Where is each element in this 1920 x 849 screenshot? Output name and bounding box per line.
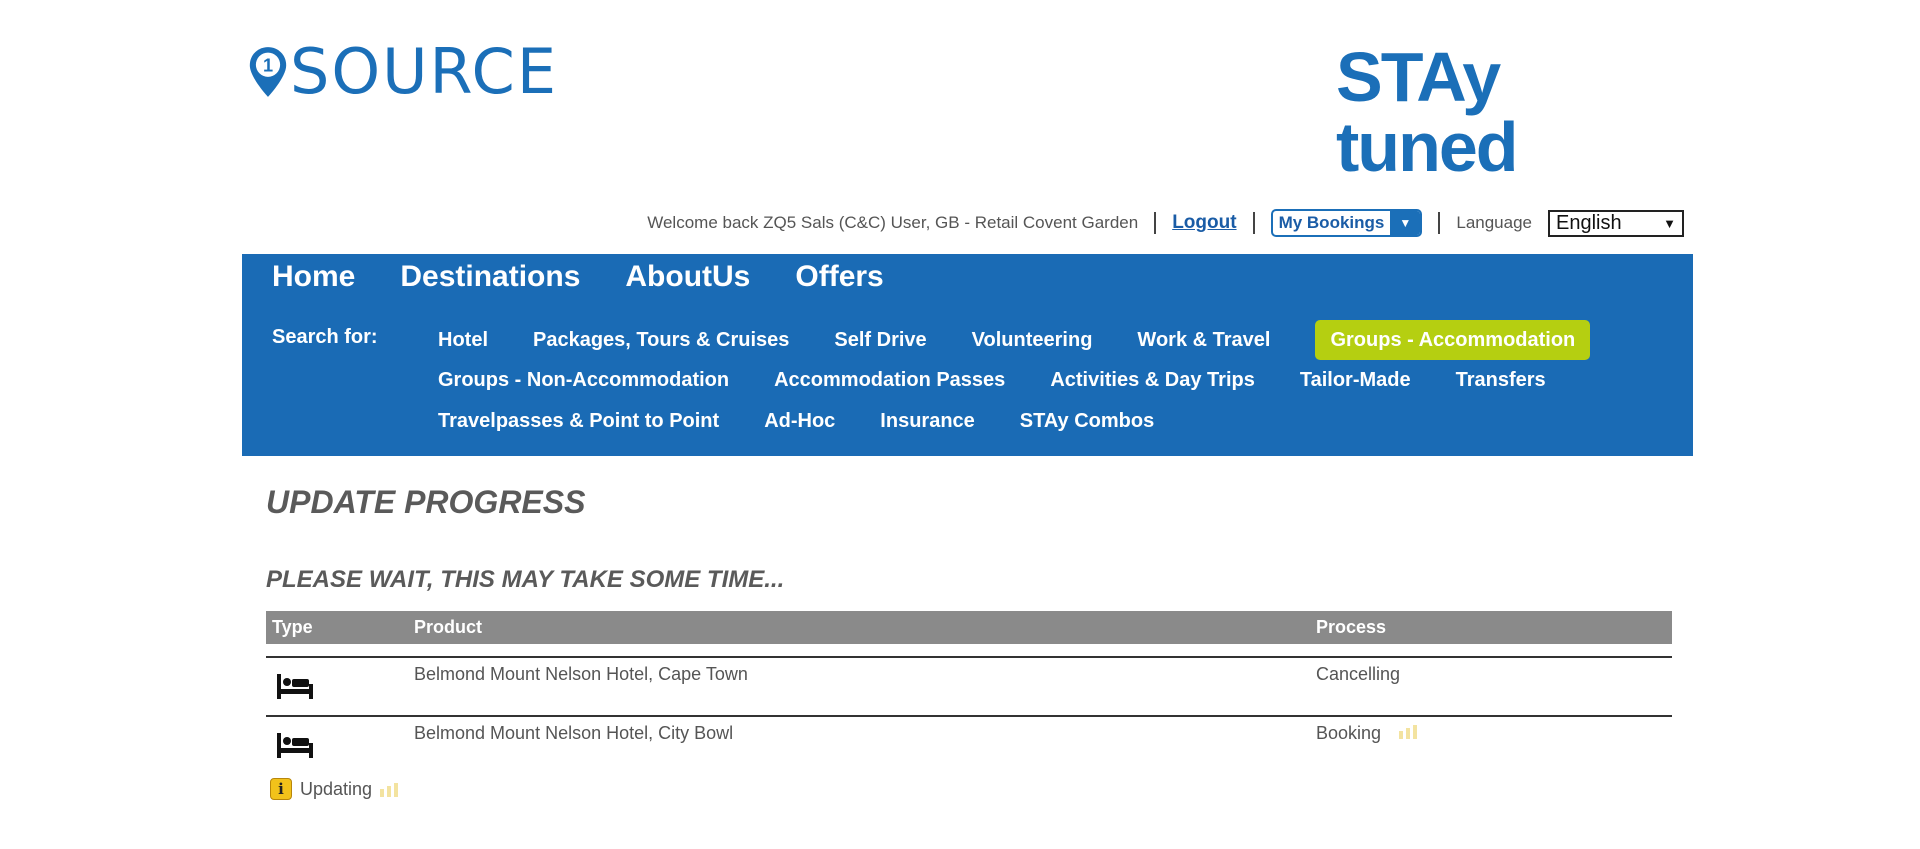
location-pin-icon: 1 [249,47,287,97]
language-select[interactable]: English ▼ [1548,209,1684,237]
column-header-process: Process [1316,617,1387,637]
divider [1154,212,1157,234]
nav-offers[interactable]: Offers [795,260,883,294]
divider [1252,212,1255,234]
logout-link[interactable]: Logout [1172,212,1236,234]
my-bookings-dropdown[interactable]: My Bookings ▼ [1270,209,1423,237]
search-activities[interactable]: Activities & Day Trips [1050,366,1255,394]
my-bookings-label: My Bookings [1278,213,1385,232]
language-label: Language [1456,213,1532,232]
stay-tuned-logo[interactable]: STAy tuned [1336,42,1686,182]
search-self-drive[interactable]: Self Drive [834,326,926,354]
search-tailor-made[interactable]: Tailor-Made [1300,366,1411,394]
nav-home[interactable]: Home [272,260,355,294]
search-nav-row-1: Hotel Packages, Tours & Cruises Self Dri… [438,320,1591,360]
onesource-logo[interactable]: 1 SOURCE [248,28,558,116]
column-header-product: Product [414,617,483,637]
table-header: Type Product Process [266,611,1672,644]
logo-text: STAy tuned [1336,38,1519,186]
search-groups-non-accommodation[interactable]: Groups - Non-Accommodation [438,366,729,394]
chevron-down-icon: ▼ [1390,211,1421,235]
search-groups-accommodation[interactable]: Groups - Accommodation [1315,320,1591,360]
search-packages[interactable]: Packages, Tours & Cruises [533,326,789,354]
search-insurance[interactable]: Insurance [880,407,974,435]
bed-icon [277,733,313,758]
loading-spinner-icon [380,783,399,797]
main-navigation: Home Destinations AboutUs Offers Search … [242,254,1693,456]
progress-table: Type Product Process Belmond Mount Nelso… [266,611,1672,774]
table-row: Belmond Mount Nelson Hotel, Cape Town Ca… [266,656,1672,715]
loading-spinner-icon [1399,725,1418,739]
search-ad-hoc[interactable]: Ad-Hoc [764,407,835,435]
table-row: Belmond Mount Nelson Hotel, City Bowl Bo… [266,715,1672,774]
info-icon: i [270,778,292,800]
divider [1438,212,1441,234]
search-hotel[interactable]: Hotel [438,326,488,354]
product-name: Belmond Mount Nelson Hotel, Cape Town [414,664,748,684]
welcome-text: Welcome back ZQ5 Sals (C&C) User, GB - R… [647,213,1139,232]
page-subtitle: PLEASE WAIT, THIS MAY TAKE SOME TIME... [266,566,785,593]
search-for-label: Search for: [272,326,378,348]
process-status: Cancelling [1316,664,1401,684]
search-work-travel[interactable]: Work & Travel [1137,326,1270,354]
bed-icon [277,674,313,699]
svg-text:1: 1 [263,55,273,75]
search-travelpasses[interactable]: Travelpasses & Point to Point [438,407,719,435]
search-nav-row-3: Travelpasses & Point to Point Ad-Hoc Ins… [438,407,1154,435]
chevron-down-icon: ▼ [1663,215,1676,231]
nav-aboutus[interactable]: AboutUs [625,260,750,294]
language-value: English [1556,211,1622,234]
column-header-type: Type [272,617,313,637]
product-name: Belmond Mount Nelson Hotel, City Bowl [414,723,734,743]
search-accommodation-passes[interactable]: Accommodation Passes [774,366,1005,394]
search-volunteering[interactable]: Volunteering [972,326,1093,354]
process-status: Booking [1316,723,1382,743]
page-title: UPDATE PROGRESS [266,484,586,520]
update-status-text: Updating [300,778,373,799]
search-nav-row-2: Groups - Non-Accommodation Accommodation… [438,366,1546,394]
nav-destinations[interactable]: Destinations [400,260,580,294]
update-status: i Updating [270,778,399,800]
user-bar: Welcome back ZQ5 Sals (C&C) User, GB - R… [647,208,1684,238]
search-stay-combos[interactable]: STAy Combos [1020,407,1154,435]
logo-text: SOURCE [290,35,558,108]
primary-nav: Home Destinations AboutUs Offers [272,260,884,294]
search-transfers[interactable]: Transfers [1456,366,1546,394]
